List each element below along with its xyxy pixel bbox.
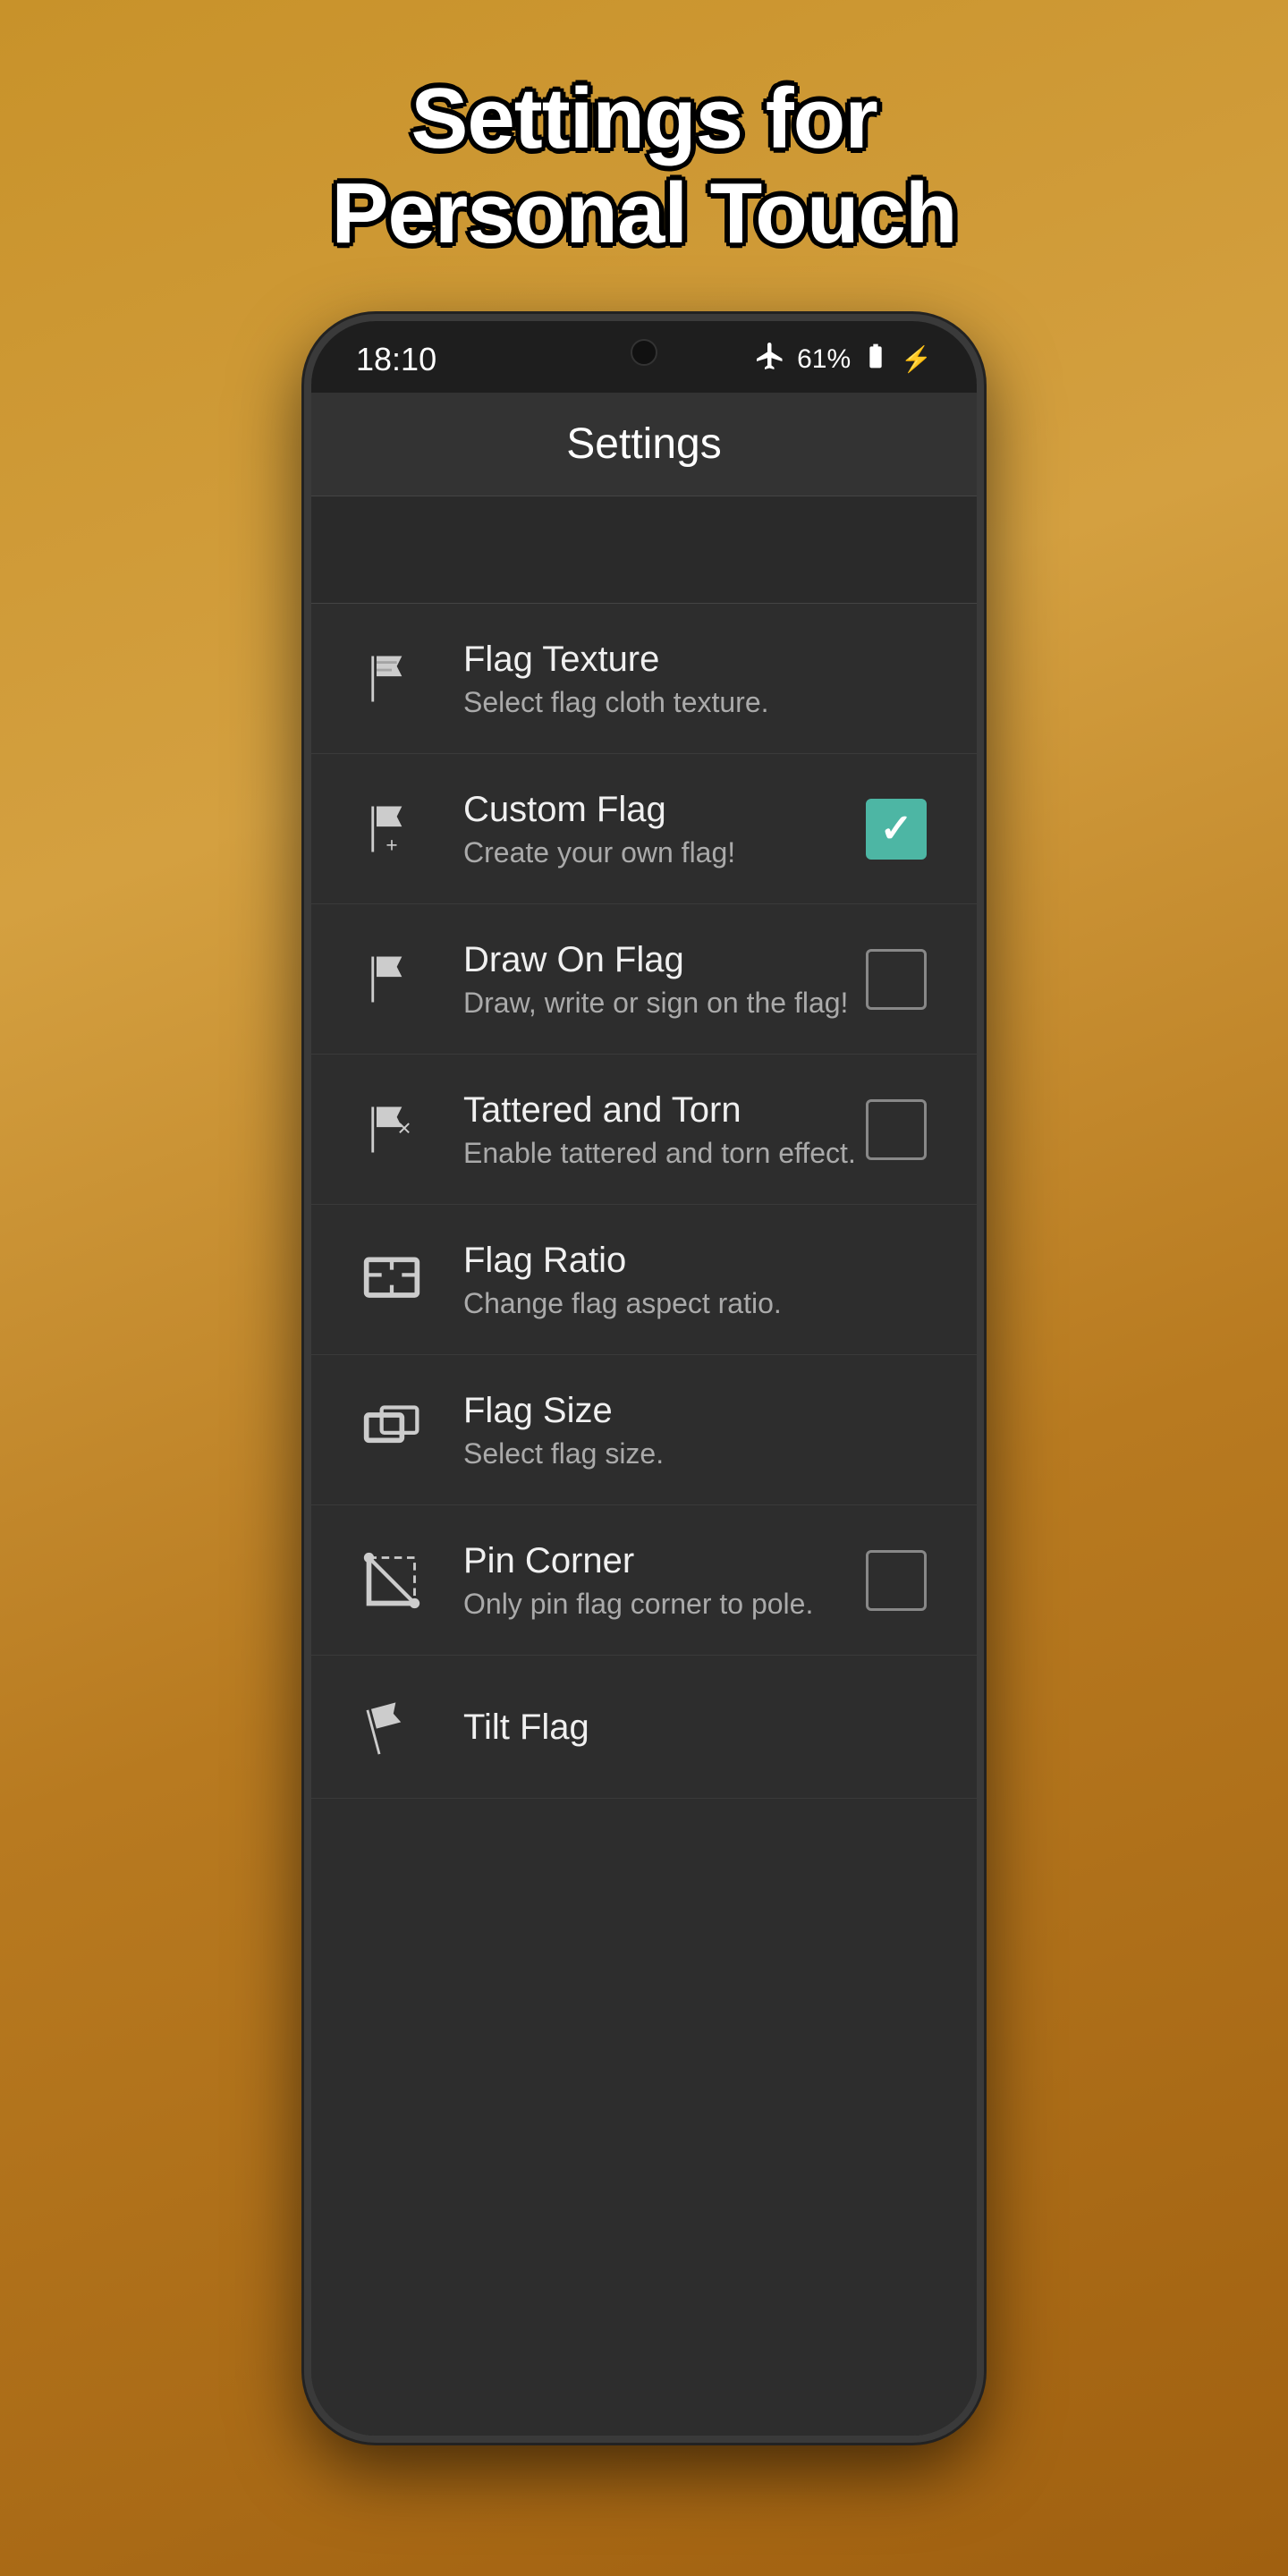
pin-corner-title: Pin Corner	[463, 1539, 860, 1582]
tattered-flag-text: Tattered and Torn Enable tattered and to…	[463, 1089, 860, 1170]
battery-icon	[861, 342, 890, 377]
app-bar-title: Settings	[566, 419, 721, 469]
flag-texture-icon	[356, 643, 428, 715]
tattered-flag-icon: ✕	[356, 1094, 428, 1165]
tilt-flag-text: Tilt Flag	[463, 1706, 932, 1749]
setting-item-flag-size[interactable]: Flag Size Select flag size.	[311, 1355, 977, 1505]
flag-ratio-icon	[356, 1244, 428, 1316]
draw-flag-text: Draw On Flag Draw, write or sign on the …	[463, 938, 860, 1020]
setting-item-pin-corner[interactable]: Pin Corner Only pin flag corner to pole.	[311, 1505, 977, 1656]
empty-section	[311, 496, 977, 604]
setting-item-flag-texture[interactable]: Flag Texture Select flag cloth texture.	[311, 604, 977, 754]
flag-texture-title: Flag Texture	[463, 638, 932, 681]
custom-flag-checkbox[interactable]	[860, 793, 932, 865]
pin-corner-icon	[356, 1545, 428, 1616]
camera-notch	[631, 339, 657, 366]
flag-size-title: Flag Size	[463, 1389, 932, 1432]
status-bar: 18:10 61% ⚡	[311, 321, 977, 393]
tattered-flag-title: Tattered and Torn	[463, 1089, 860, 1131]
draw-flag-title: Draw On Flag	[463, 938, 860, 981]
app-bar: Settings	[311, 393, 977, 496]
phone-frame: 18:10 61% ⚡	[304, 314, 984, 2443]
custom-flag-title: Custom Flag	[463, 788, 860, 831]
draw-flag-icon	[356, 944, 428, 1015]
tattered-flag-subtitle: Enable tattered and torn effect.	[463, 1137, 860, 1170]
tilt-flag-icon	[356, 1691, 428, 1763]
setting-item-draw-on-flag[interactable]: Draw On Flag Draw, write or sign on the …	[311, 904, 977, 1055]
tattered-flag-checkbox-visual[interactable]	[866, 1099, 927, 1160]
flag-size-text: Flag Size Select flag size.	[463, 1389, 932, 1470]
draw-flag-checkbox[interactable]	[860, 944, 932, 1015]
draw-flag-checkbox-visual[interactable]	[866, 949, 927, 1010]
pin-corner-subtitle: Only pin flag corner to pole.	[463, 1588, 860, 1621]
pin-corner-text: Pin Corner Only pin flag corner to pole.	[463, 1539, 860, 1621]
setting-item-tilt-flag[interactable]: Tilt Flag	[311, 1656, 977, 1799]
flag-ratio-title: Flag Ratio	[463, 1239, 932, 1282]
charging-icon: ⚡	[901, 344, 932, 374]
svg-text:✕: ✕	[397, 1119, 412, 1139]
flag-texture-text: Flag Texture Select flag cloth texture.	[463, 638, 932, 719]
custom-flag-subtitle: Create your own flag!	[463, 836, 860, 869]
tattered-flag-checkbox[interactable]	[860, 1094, 932, 1165]
status-icons: 61% ⚡	[754, 340, 932, 378]
custom-flag-checkbox-visual[interactable]	[866, 799, 927, 860]
setting-item-custom-flag[interactable]: + Custom Flag Create your own flag!	[311, 754, 977, 904]
flag-texture-subtitle: Select flag cloth texture.	[463, 686, 932, 719]
custom-flag-icon: +	[356, 793, 428, 865]
phone-wrapper: 18:10 61% ⚡	[295, 314, 993, 2461]
svg-text:+: +	[386, 833, 397, 856]
flag-ratio-subtitle: Change flag aspect ratio.	[463, 1287, 932, 1320]
page-title: Settings for Personal Touch	[0, 0, 1288, 314]
tilt-flag-title: Tilt Flag	[463, 1706, 932, 1749]
custom-flag-text: Custom Flag Create your own flag!	[463, 788, 860, 869]
flag-ratio-text: Flag Ratio Change flag aspect ratio.	[463, 1239, 932, 1320]
settings-list: Flag Texture Select flag cloth texture. …	[311, 604, 977, 2436]
setting-item-tattered-torn[interactable]: ✕ Tattered and Torn Enable tattered and …	[311, 1055, 977, 1205]
phone-screen: 18:10 61% ⚡	[311, 321, 977, 2436]
flag-size-icon	[356, 1394, 428, 1466]
battery-percentage: 61%	[797, 344, 851, 375]
draw-flag-subtitle: Draw, write or sign on the flag!	[463, 987, 860, 1020]
pin-corner-checkbox-visual[interactable]	[866, 1550, 927, 1611]
flag-size-subtitle: Select flag size.	[463, 1437, 932, 1470]
airplane-mode-icon	[754, 340, 786, 378]
setting-item-flag-ratio[interactable]: Flag Ratio Change flag aspect ratio.	[311, 1205, 977, 1355]
pin-corner-checkbox[interactable]	[860, 1545, 932, 1616]
status-time: 18:10	[356, 341, 436, 378]
